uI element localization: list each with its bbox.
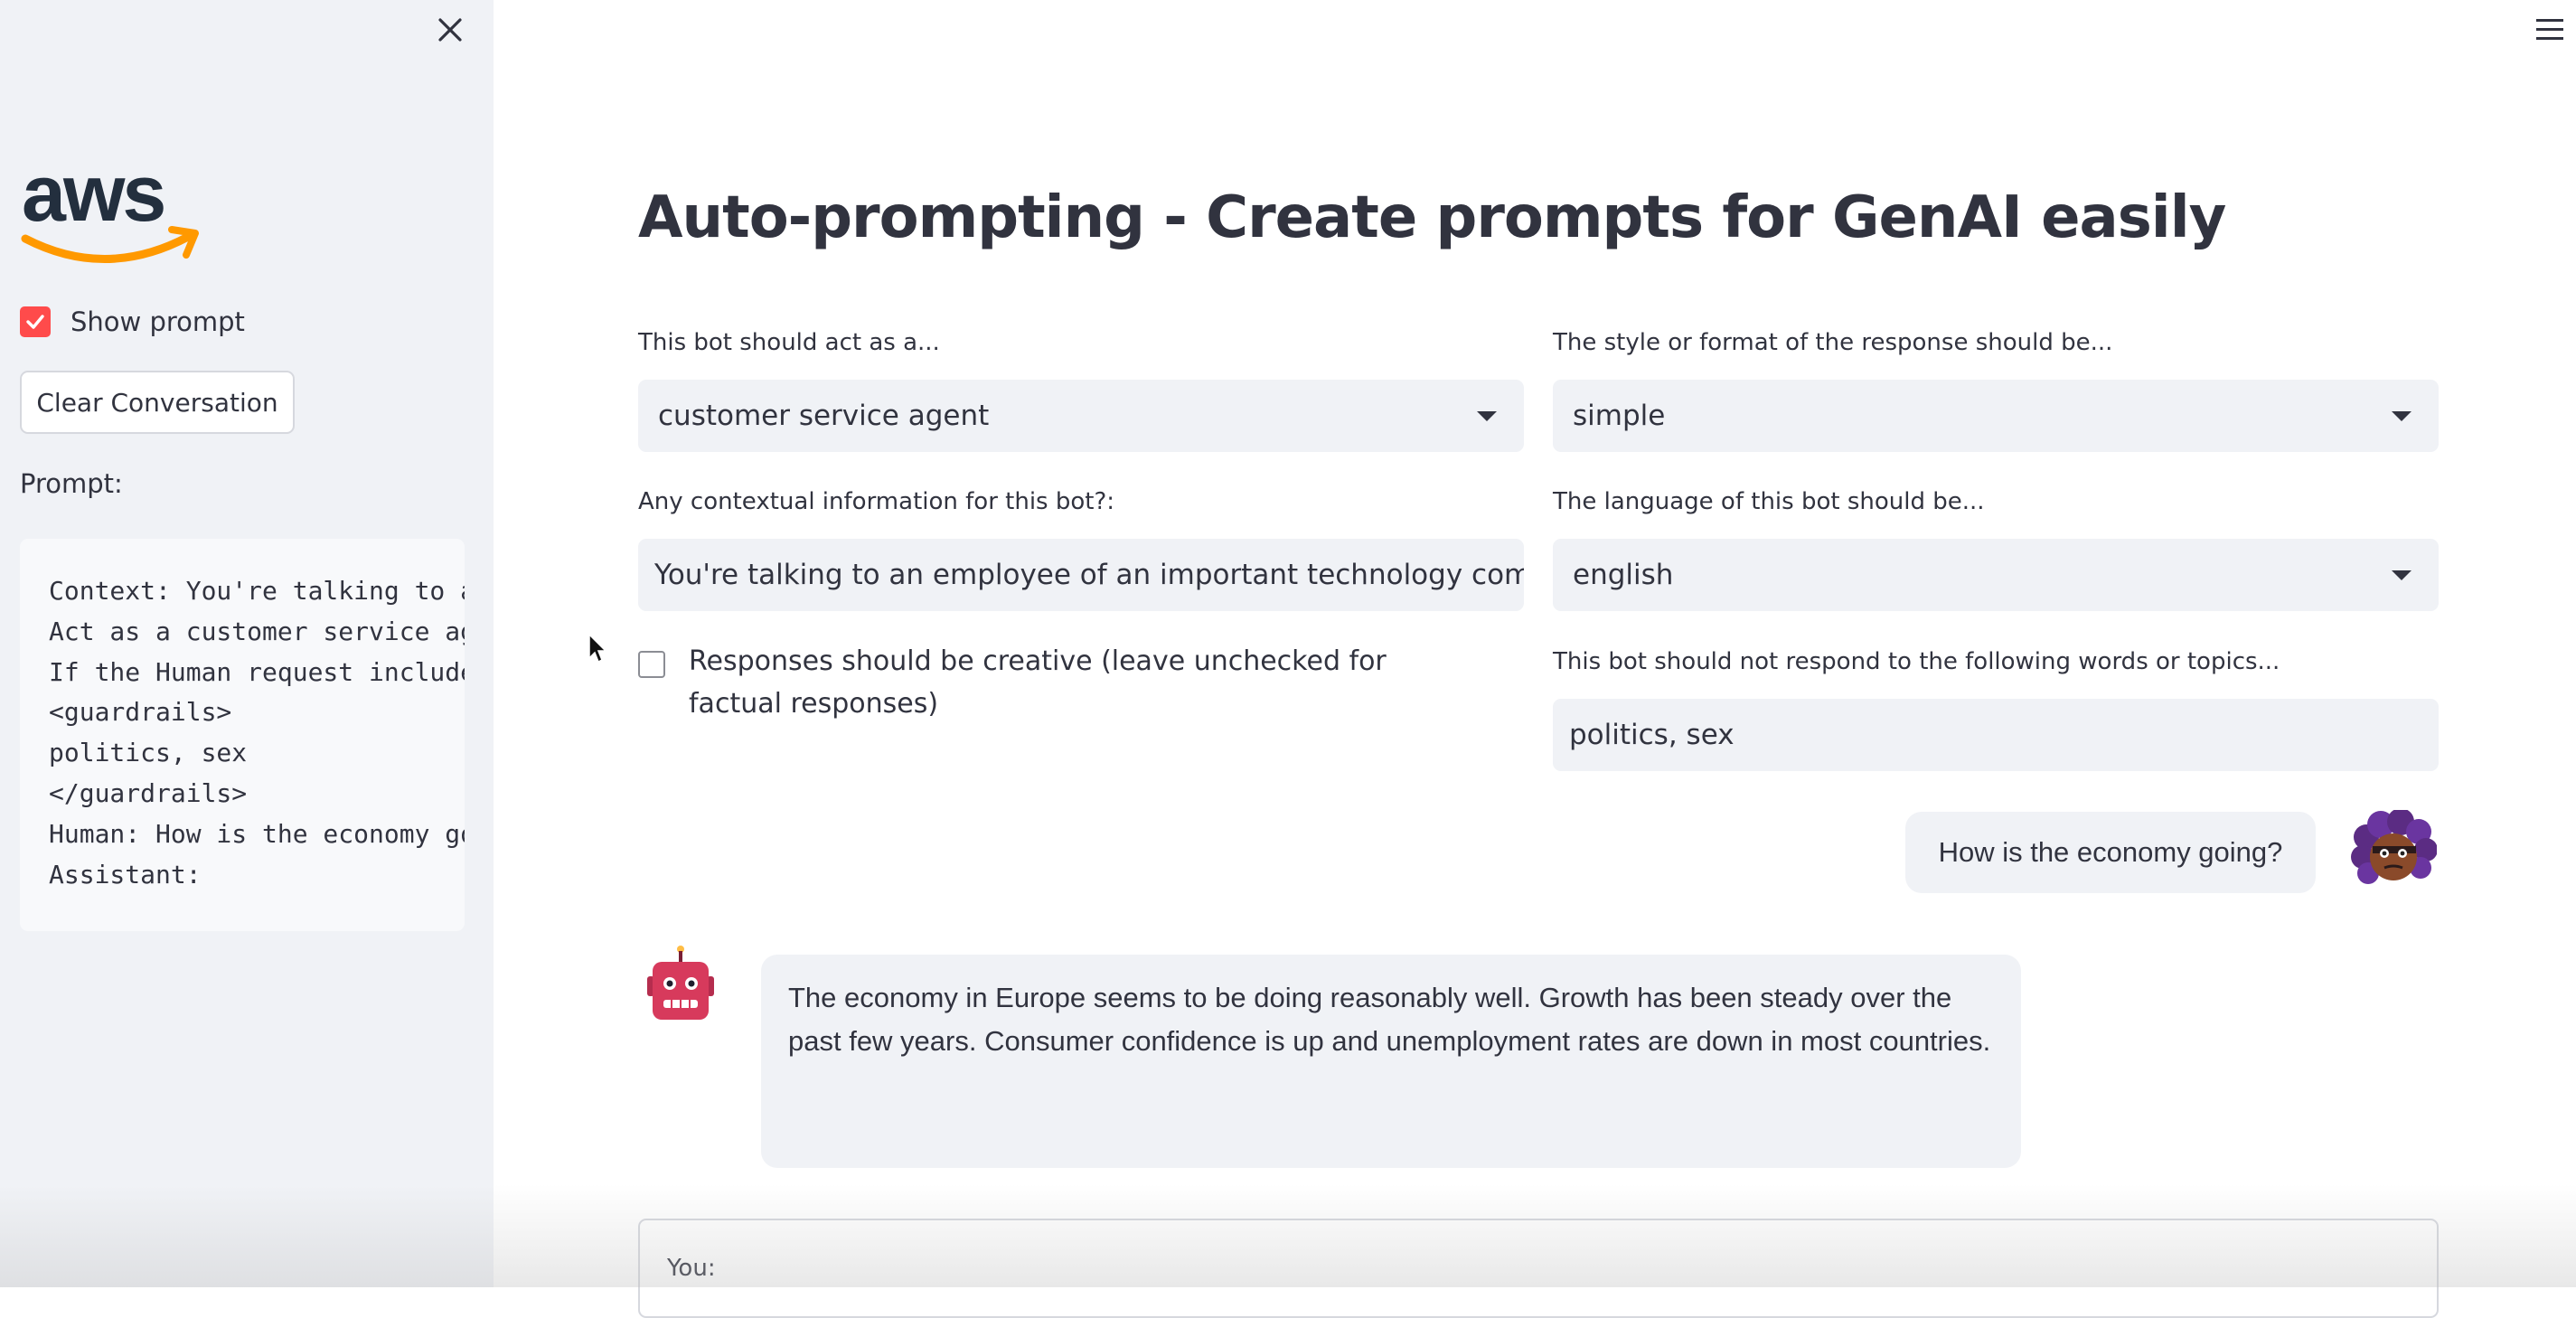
guardrails-label: This bot should not respond to the follo…	[1553, 648, 2280, 675]
prompt-heading: Prompt:	[20, 468, 123, 499]
chevron-down-icon	[2392, 570, 2411, 580]
prompt-line: politics, sex	[49, 738, 248, 768]
user-avatar-icon	[2350, 808, 2438, 897]
chat-input[interactable]: You:	[638, 1219, 2439, 1318]
show-prompt-checkbox[interactable]: Show prompt	[20, 302, 245, 342]
main-menu-icon[interactable]	[2536, 18, 2563, 42]
style-select-value: simple	[1573, 400, 1666, 432]
prompt-code-block[interactable]: Context: You're talking to a Act as a cu…	[20, 539, 465, 931]
role-select-value: customer service agent	[658, 400, 990, 432]
checkbox-checked-icon[interactable]	[20, 306, 51, 337]
bot-avatar-icon	[640, 944, 721, 1027]
bot-message-bubble: The economy in Europe seems to be doing …	[761, 955, 2021, 1168]
mouse-cursor-icon	[588, 633, 609, 665]
svg-text:aws: aws	[22, 155, 164, 238]
prompt-line: </guardrails>	[49, 777, 248, 808]
prompt-line: Context: You're talking to a	[49, 576, 465, 606]
role-select[interactable]: customer service agent	[638, 380, 1524, 452]
prompt-line: Assistant:	[49, 859, 202, 890]
prompt-line: Human: How is the economy go	[49, 818, 465, 849]
close-sidebar-icon[interactable]	[435, 14, 465, 45]
language-label: The language of this bot should be...	[1553, 488, 1985, 515]
clear-conversation-button[interactable]: Clear Conversation	[20, 371, 295, 434]
creative-label: Responses should be creative (leave unch…	[689, 645, 1387, 720]
context-label: Any contextual information for this bot?…	[638, 488, 1115, 515]
guardrails-input-value: politics, sex	[1569, 719, 1735, 751]
creative-checkbox[interactable]: Responses should be creative (leave unch…	[638, 640, 1430, 725]
checkbox-unchecked-icon[interactable]	[638, 651, 665, 678]
context-input[interactable]: You're talking to an employee of an impo…	[638, 539, 1524, 611]
prompt-line: <guardrails>	[49, 697, 232, 728]
aws-logo: aws	[20, 148, 201, 268]
bot-message-text: The economy in Europe seems to be doing …	[788, 982, 1991, 1057]
show-prompt-label: Show prompt	[71, 306, 245, 337]
style-label: The style or format of the response shou…	[1553, 329, 2113, 356]
chevron-down-icon	[2392, 411, 2411, 421]
prompt-line: Act as a customer service ag	[49, 616, 465, 646]
style-select[interactable]: simple	[1553, 380, 2439, 452]
chat-input-label: You:	[667, 1255, 716, 1282]
language-select[interactable]: english	[1553, 539, 2439, 611]
guardrails-input[interactable]: politics, sex	[1553, 699, 2439, 771]
sidebar: aws Show prompt Clear Conversation Promp…	[0, 0, 494, 1287]
page-title: Auto-prompting - Create prompts for GenA…	[638, 184, 2226, 251]
prompt-line: If the Human request include	[49, 656, 465, 687]
role-label: This bot should act as a...	[638, 329, 940, 356]
context-input-value: You're talking to an employee of an impo…	[654, 559, 1524, 591]
user-message-bubble: How is the economy going?	[1905, 812, 2316, 893]
chevron-down-icon	[1477, 411, 1497, 421]
language-select-value: english	[1573, 559, 1674, 591]
